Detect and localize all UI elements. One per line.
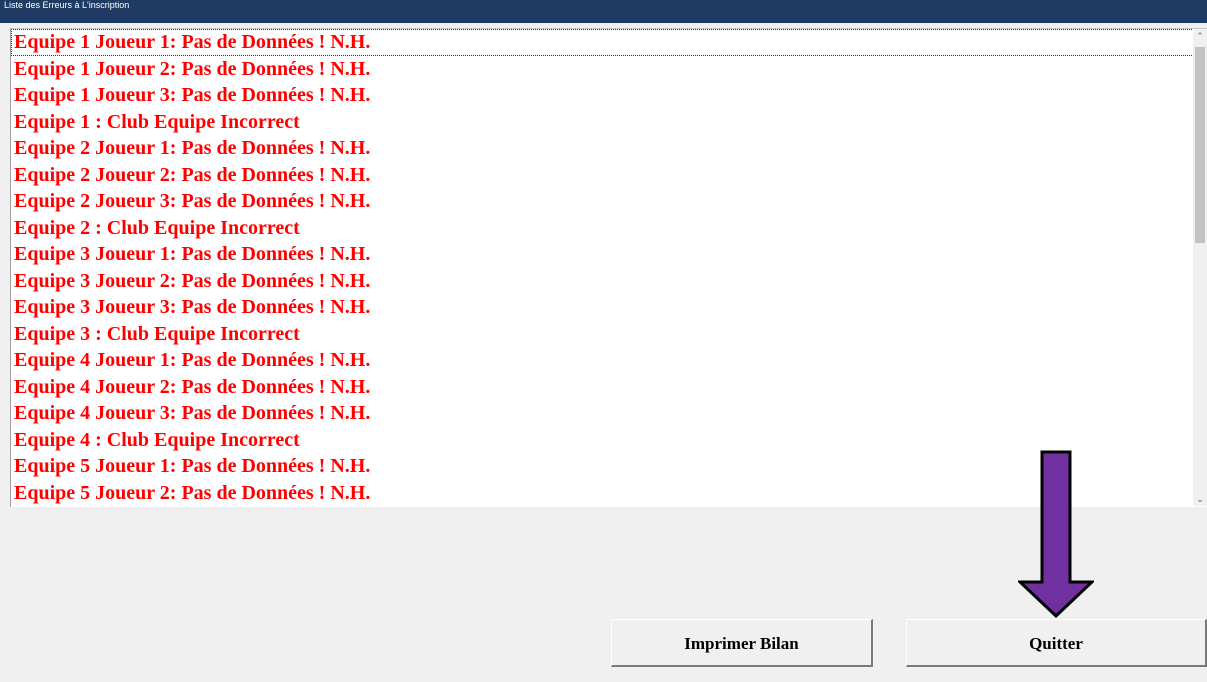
list-item[interactable]: Equipe 2 Joueur 2: Pas de Données ! N.H. bbox=[11, 162, 1194, 189]
list-item[interactable]: Equipe 3 Joueur 3: Pas de Données ! N.H. bbox=[11, 294, 1194, 321]
chevron-down-icon[interactable]: ⌄ bbox=[1193, 492, 1207, 506]
error-list-box[interactable]: Equipe 1 Joueur 1: Pas de Données ! N.H.… bbox=[10, 28, 1207, 507]
list-item[interactable]: Equipe 3 Joueur 2: Pas de Données ! N.H. bbox=[11, 268, 1194, 295]
list-item[interactable]: Equipe 1 Joueur 2: Pas de Données ! N.H. bbox=[11, 56, 1194, 83]
scrollbar-thumb[interactable] bbox=[1195, 47, 1205, 243]
vertical-scrollbar[interactable]: ⌃ ⌄ bbox=[1193, 29, 1207, 506]
down-arrow-annotation-icon bbox=[1018, 450, 1094, 618]
window-title: Liste des Erreurs à L'inscription bbox=[4, 0, 130, 10]
list-item[interactable]: Equipe 4 Joueur 1: Pas de Données ! N.H. bbox=[11, 347, 1194, 374]
chevron-up-icon[interactable]: ⌃ bbox=[1193, 29, 1207, 43]
list-item[interactable]: Equipe 3 : Club Equipe Incorrect bbox=[11, 321, 1194, 348]
list-item[interactable]: Equipe 4 : Club Equipe Incorrect bbox=[11, 427, 1194, 454]
list-item[interactable]: Equipe 2 : Club Equipe Incorrect bbox=[11, 215, 1194, 242]
print-report-button[interactable]: Imprimer Bilan bbox=[611, 619, 873, 667]
list-item[interactable]: Equipe 3 Joueur 1: Pas de Données ! N.H. bbox=[11, 241, 1194, 268]
window-title-bar: Liste des Erreurs à L'inscription bbox=[0, 0, 1207, 23]
list-item[interactable]: Equipe 4 Joueur 3: Pas de Données ! N.H. bbox=[11, 400, 1194, 427]
list-item[interactable]: Equipe 4 Joueur 2: Pas de Données ! N.H. bbox=[11, 374, 1194, 401]
list-item[interactable]: Equipe 1 Joueur 1: Pas de Données ! N.H. bbox=[11, 29, 1194, 56]
error-list[interactable]: Equipe 1 Joueur 1: Pas de Données ! N.H.… bbox=[11, 29, 1194, 506]
list-item[interactable]: Equipe 1 : Club Equipe Incorrect bbox=[11, 109, 1194, 136]
list-item[interactable]: Equipe 5 Joueur 2: Pas de Données ! N.H. bbox=[11, 480, 1194, 507]
list-item[interactable]: Equipe 2 Joueur 3: Pas de Données ! N.H. bbox=[11, 188, 1194, 215]
list-item[interactable]: Equipe 5 Joueur 1: Pas de Données ! N.H. bbox=[11, 453, 1194, 480]
quit-button[interactable]: Quitter bbox=[906, 619, 1207, 667]
list-item[interactable]: Equipe 1 Joueur 3: Pas de Données ! N.H. bbox=[11, 82, 1194, 109]
list-item[interactable]: Equipe 2 Joueur 1: Pas de Données ! N.H. bbox=[11, 135, 1194, 162]
